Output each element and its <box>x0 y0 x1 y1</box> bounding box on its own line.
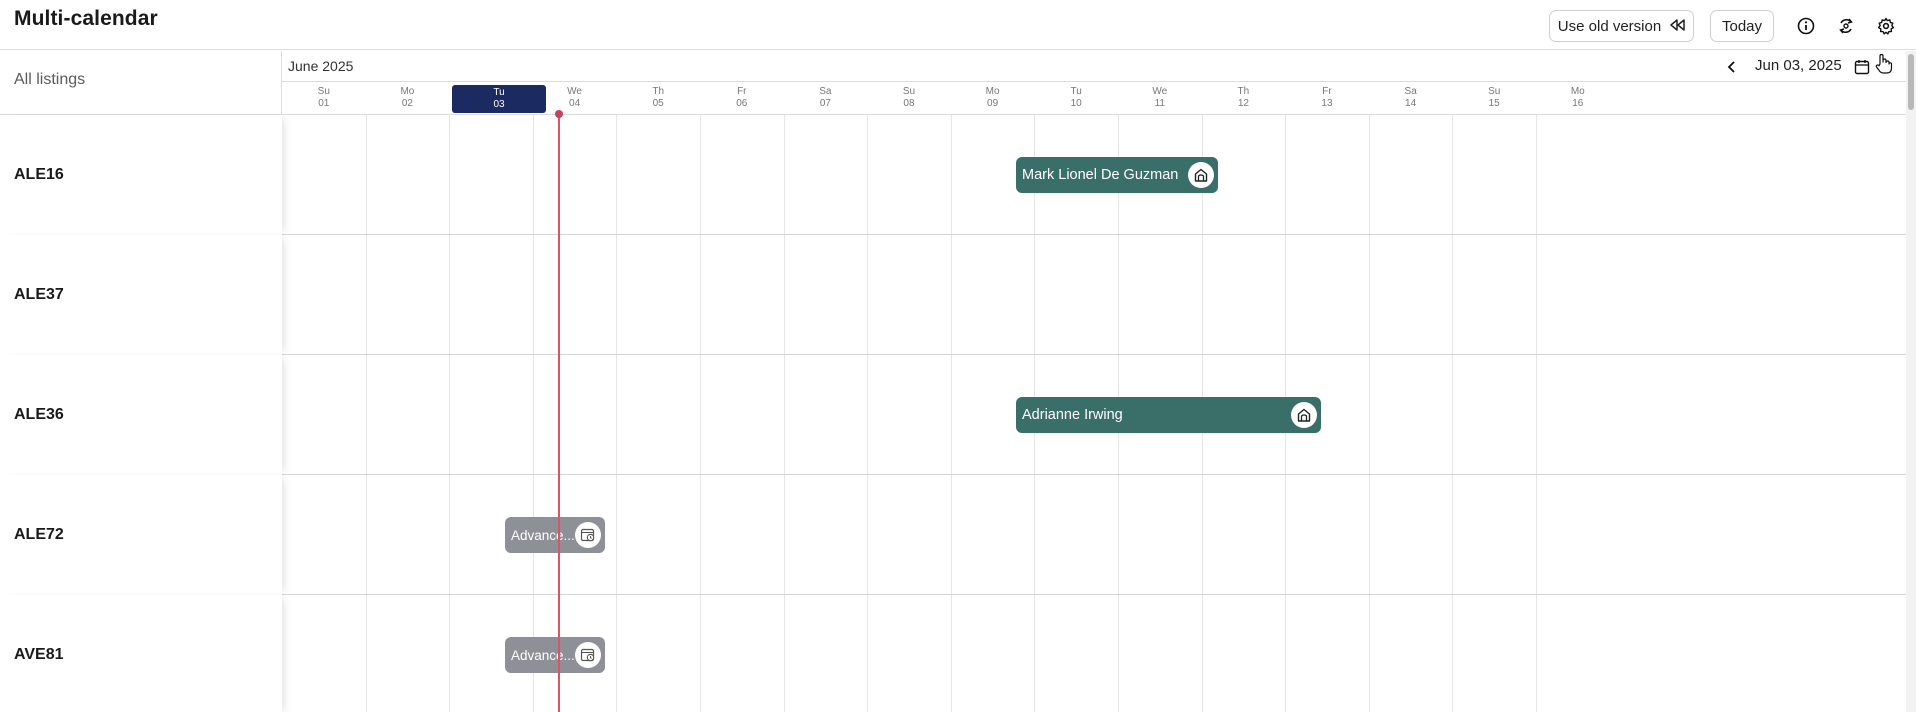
day-header[interactable]: Th 05 <box>616 83 700 115</box>
day-name: Su <box>902 86 916 97</box>
app-header: Multi-calendar Use old version Today <box>0 0 1916 50</box>
current-date[interactable]: Jun 03, 2025 <box>1755 57 1842 74</box>
home-icon <box>1291 402 1317 428</box>
days-row: Su 01 Mo 02 Tu 03 We 04 Th 05 Fr 06 Sa 07 Su 08 Mo 09 Tu 10… <box>282 83 1906 115</box>
gear-icon[interactable] <box>1874 14 1898 38</box>
listing-row: ALE37 <box>0 235 1906 355</box>
listing-name[interactable]: ALE72 <box>0 475 282 595</box>
day-header[interactable]: Th 12 <box>1202 83 1286 115</box>
day-name: Th <box>652 86 665 97</box>
booking-label: Mark Lionel De Guzman <box>1022 167 1179 183</box>
page-title: Multi-calendar <box>14 7 158 30</box>
home-icon <box>1188 162 1214 188</box>
listing-row: AVE81 <box>0 595 1906 712</box>
day-name: Th <box>1237 86 1250 97</box>
booking-bar[interactable]: Mark Lionel De Guzman <box>1016 157 1218 193</box>
booking-label: Advance... <box>511 647 575 663</box>
day-date: 05 <box>652 98 664 109</box>
day-date: 16 <box>1572 98 1584 109</box>
day-name: Fr <box>1322 86 1332 97</box>
day-header[interactable]: We 04 <box>533 83 617 115</box>
booking-bar[interactable]: Advance... <box>505 637 605 673</box>
sync-icon[interactable] <box>1834 14 1858 38</box>
day-header[interactable]: Mo 02 <box>366 83 450 115</box>
vertical-scrollbar-thumb[interactable] <box>1908 54 1914 110</box>
booking-label: Adrianne Irwing <box>1022 407 1123 423</box>
day-name: Su <box>317 86 330 97</box>
day-date: 08 <box>903 98 915 109</box>
booking-bar[interactable]: Advance... <box>505 517 605 553</box>
day-header[interactable]: Fr 13 <box>1285 83 1369 115</box>
day-header[interactable]: Su 15 <box>1452 83 1536 115</box>
booking-label: Advance... <box>511 527 575 543</box>
day-date: 04 <box>569 98 581 109</box>
day-date: 15 <box>1488 98 1500 109</box>
month-row: June 2025 Jun 03, 2025 <box>282 51 1906 82</box>
day-date: 11 <box>1154 98 1165 109</box>
info-icon[interactable] <box>1794 14 1818 38</box>
listing-row: ALE16 <box>0 115 1906 235</box>
use-old-version-label: Use old version <box>1557 17 1662 35</box>
listing-name[interactable]: AVE81 <box>0 595 282 712</box>
day-date: 02 <box>401 98 413 109</box>
all-listings-label: All listings <box>14 71 86 88</box>
listing-row: ALE36 <box>0 355 1906 475</box>
listing-name[interactable]: ALE16 <box>0 115 282 235</box>
day-header[interactable]: Fr 06 <box>700 83 784 115</box>
calendar-clock-icon <box>575 522 601 548</box>
day-date: 13 <box>1321 98 1333 109</box>
day-header[interactable]: Sa 14 <box>1369 83 1453 115</box>
day-header[interactable]: Sa 07 <box>784 83 868 115</box>
hand-cursor-icon <box>1874 53 1894 75</box>
rewind-icon <box>1669 18 1685 35</box>
month-label: June 2025 <box>288 58 354 74</box>
day-name: We <box>567 86 582 97</box>
today-line <box>558 113 560 712</box>
calendar-icon[interactable] <box>1852 57 1872 77</box>
day-name: Tu <box>1070 86 1082 97</box>
listing-name[interactable]: ALE36 <box>0 355 282 475</box>
day-header[interactable]: Su 08 <box>867 83 951 115</box>
use-old-version-button[interactable]: Use old version <box>1549 10 1694 42</box>
day-header[interactable]: Tu 10 <box>1034 83 1118 115</box>
chevron-left-icon[interactable] <box>1722 57 1742 77</box>
day-name: Mo <box>985 86 1000 97</box>
day-header[interactable]: Mo 16 <box>1536 83 1620 115</box>
day-name: Fr <box>737 86 747 97</box>
day-date: 09 <box>987 98 999 109</box>
day-name: Sa <box>819 86 832 97</box>
listings-column-header: All listings <box>0 51 282 115</box>
day-date: 10 <box>1070 98 1082 109</box>
day-name: Su <box>1488 86 1501 97</box>
day-date: 06 <box>736 98 748 109</box>
day-name: Sa <box>1404 86 1417 97</box>
listing-row: ALE72 <box>0 475 1906 595</box>
day-date: 14 <box>1405 98 1417 109</box>
day-header[interactable]: Mo 09 <box>951 83 1035 115</box>
day-date: 12 <box>1237 98 1249 109</box>
day-date: 01 <box>318 98 330 109</box>
day-header[interactable]: Su 01 <box>282 83 366 115</box>
day-date: 07 <box>819 98 831 109</box>
today-marker-dot <box>555 110 563 118</box>
day-name: Mo <box>1570 86 1585 97</box>
booking-bar[interactable]: Adrianne Irwing <box>1016 397 1321 433</box>
day-name: We <box>1152 86 1168 97</box>
today-button[interactable]: Today <box>1710 10 1774 42</box>
listing-name[interactable]: ALE37 <box>0 235 282 355</box>
listings-body: ALE16 ALE37 ALE36 ALE72 AVE81 <box>0 115 1906 712</box>
day-name: Mo <box>400 86 415 97</box>
day-header[interactable]: We 11 <box>1118 83 1202 115</box>
calendar-clock-icon <box>575 642 601 668</box>
vertical-scrollbar-track[interactable] <box>1906 51 1916 712</box>
